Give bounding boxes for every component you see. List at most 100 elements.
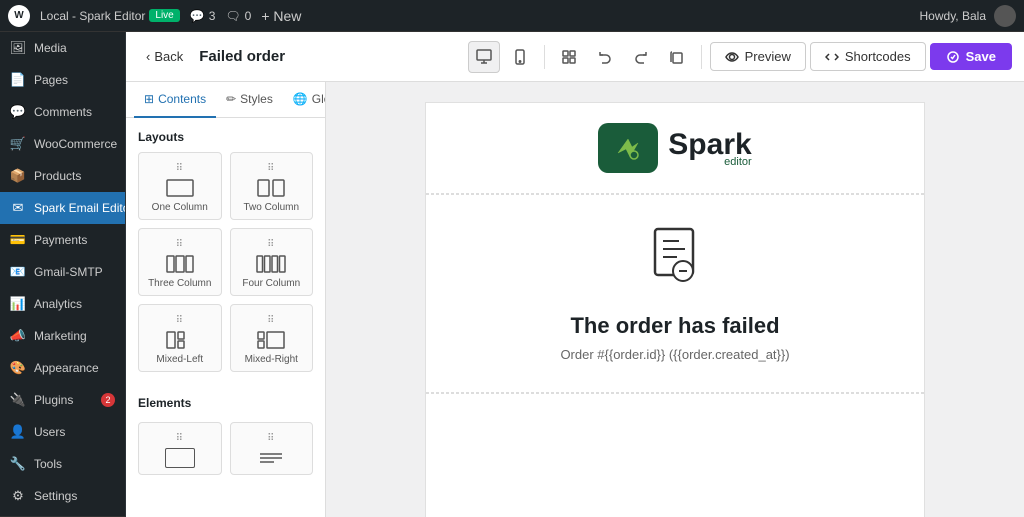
two-column-icon xyxy=(256,178,286,198)
site-name: Local - Spark Editor Live xyxy=(40,9,180,23)
editor-toolbar: ‹ Back Failed order xyxy=(126,32,1024,82)
admin-bar: W Local - Spark Editor Live 💬 3 🗨 0 + Ne… xyxy=(0,0,1024,32)
layout-grid: ⠿ One Column ⠿ Two Column ⠿ Three C xyxy=(126,152,325,384)
spark-logo-text-area: Spark editor xyxy=(668,128,751,168)
sidebar-item-label: Marketing xyxy=(34,329,87,343)
revision-icon: 🗨 xyxy=(225,9,240,23)
layout-two-column[interactable]: ⠿ Two Column xyxy=(230,152,314,220)
order-failed-title: The order has failed xyxy=(570,313,779,339)
shortcodes-button[interactable]: Shortcodes xyxy=(810,42,926,71)
sidebar-item-label: Payments xyxy=(34,233,87,247)
order-failed-subtitle: Order #{{order.id}} ({{order.created_at}… xyxy=(560,347,789,362)
toolbar-icons: Preview Shortcodes Save xyxy=(468,41,1012,73)
sidebar-item-label: WooCommerce xyxy=(34,137,117,151)
analytics-icon: 📊 xyxy=(10,296,26,312)
back-label: Back xyxy=(154,49,183,64)
sidebar-item-tools[interactable]: 🔧 Tools xyxy=(0,448,125,480)
sidebar-item-settings[interactable]: ⚙ Settings xyxy=(0,480,125,512)
sidebar-item-label: Users xyxy=(34,425,65,439)
preview-label: Preview xyxy=(745,49,791,64)
layout-three-column[interactable]: ⠿ Three Column xyxy=(138,228,222,296)
element-item-1[interactable]: ⠿ xyxy=(138,422,222,475)
layout-mixed-right[interactable]: ⠿ Mixed-Right xyxy=(230,304,314,372)
editor-body: ⊞ Contents ✏ Styles 🌐 Global Layouts xyxy=(126,82,1024,517)
sidebar-item-comments[interactable]: 💬 Comments xyxy=(0,96,125,128)
main-wrapper: 🖼 Media 📄 Pages 💬 Comments 🛒 WooCommerce… xyxy=(0,32,1024,517)
new-content-button[interactable]: + New xyxy=(261,8,301,24)
spark-logo: Spark editor xyxy=(598,123,751,173)
tab-label: Global xyxy=(312,92,326,106)
save-button[interactable]: Save xyxy=(930,43,1012,70)
sidebar-item-products[interactable]: 📦 Products xyxy=(0,160,125,192)
desktop-view-button[interactable] xyxy=(468,41,500,73)
one-column-icon xyxy=(165,178,195,198)
sidebar-item-marketing[interactable]: 📣 Marketing xyxy=(0,320,125,352)
panel-tabs: ⊞ Contents ✏ Styles 🌐 Global xyxy=(126,82,325,118)
sidebar-item-payments[interactable]: 💳 Payments xyxy=(0,224,125,256)
layout-four-column[interactable]: ⠿ Four Column xyxy=(230,228,314,296)
layout-four-column-label: Four Column xyxy=(242,278,300,289)
email-body: The order has failed Order #{{order.id}}… xyxy=(426,195,924,393)
layout-mixed-left[interactable]: ⠿ Mixed-Left xyxy=(138,304,222,372)
sidebar-item-pages[interactable]: 📄 Pages xyxy=(0,64,125,96)
revision-count: 0 xyxy=(245,9,252,23)
sidebar-item-users[interactable]: 👤 Users xyxy=(0,416,125,448)
layout-two-column-label: Two Column xyxy=(243,202,299,213)
media-icon: 🖼 xyxy=(10,40,26,56)
sidebar-item-woocommerce[interactable]: 🛒 WooCommerce xyxy=(0,128,125,160)
sidebar-item-label: Plugins xyxy=(34,393,73,407)
layouts-section-title: Layouts xyxy=(126,118,325,152)
email-footer-area xyxy=(426,393,924,413)
elements-section-title: Elements xyxy=(126,384,325,422)
canvas-area: Spark editor xyxy=(326,82,1024,517)
sidebar-item-appearance[interactable]: 🎨 Appearance xyxy=(0,352,125,384)
back-button[interactable]: ‹ Back xyxy=(138,45,191,68)
mobile-view-button[interactable] xyxy=(504,41,536,73)
left-panel: ⊞ Contents ✏ Styles 🌐 Global Layouts xyxy=(126,82,326,517)
live-badge: Live xyxy=(149,9,179,22)
spark-email-icon: ✉ xyxy=(10,200,26,216)
sidebar-item-label: Tools xyxy=(34,457,62,471)
sidebar-item-analytics[interactable]: 📊 Analytics xyxy=(0,288,125,320)
layout-one-column[interactable]: ⠿ One Column xyxy=(138,152,222,220)
new-label: + New xyxy=(261,8,301,24)
page-title: Failed order xyxy=(199,48,459,65)
gmail-icon: 📧 xyxy=(10,264,26,280)
sidebar-item-plugins[interactable]: 🔌 Plugins 2 xyxy=(0,384,125,416)
howdy-label: Howdy, Bala xyxy=(920,9,986,23)
tab-label: Styles xyxy=(240,92,273,106)
sidebar-item-label: Settings xyxy=(34,489,77,503)
sidebar-item-gmail-smtp[interactable]: 📧 Gmail-SMTP xyxy=(0,256,125,288)
contents-icon: ⊞ xyxy=(144,92,154,106)
tab-global[interactable]: 🌐 Global xyxy=(283,82,326,118)
styles-icon: ✏ xyxy=(226,92,236,106)
back-arrow-icon: ‹ xyxy=(146,49,150,64)
preview-button[interactable]: Preview xyxy=(710,42,806,71)
some-action-button-1[interactable] xyxy=(553,41,585,73)
content-area: ‹ Back Failed order xyxy=(126,32,1024,517)
admin-bar-right: Howdy, Bala xyxy=(920,5,1016,27)
sidebar-item-label: Media xyxy=(34,41,67,55)
sidebar-item-media[interactable]: 🖼 Media xyxy=(0,32,125,64)
tab-contents[interactable]: ⊞ Contents xyxy=(134,82,216,118)
sidebar-item-spark-email-editor[interactable]: ✉ Spark Email Editor Pro xyxy=(0,192,125,224)
tab-label: Contents xyxy=(158,92,206,106)
email-canvas: Spark editor xyxy=(425,102,925,517)
marketing-icon: 📣 xyxy=(10,328,26,344)
shortcodes-label: Shortcodes xyxy=(845,49,911,64)
sidebar-item-label: Analytics xyxy=(34,297,82,311)
site-name-text: Local - Spark Editor xyxy=(40,9,145,23)
layout-one-column-label: One Column xyxy=(152,202,208,213)
element-icon-1 xyxy=(165,448,195,468)
admin-bar-comments[interactable]: 💬 3 xyxy=(190,9,216,23)
order-failed-icon xyxy=(647,225,703,297)
undo-button[interactable] xyxy=(589,41,621,73)
tools-icon: 🔧 xyxy=(10,456,26,472)
admin-bar-revisions[interactable]: 🗨 0 xyxy=(225,9,251,23)
element-item-2[interactable]: ⠿ xyxy=(230,422,314,475)
global-icon: 🌐 xyxy=(293,92,308,106)
copy-button[interactable] xyxy=(661,41,693,73)
tab-styles[interactable]: ✏ Styles xyxy=(216,82,283,118)
layout-mixed-left-label: Mixed-Left xyxy=(156,354,203,365)
redo-button[interactable] xyxy=(625,41,657,73)
